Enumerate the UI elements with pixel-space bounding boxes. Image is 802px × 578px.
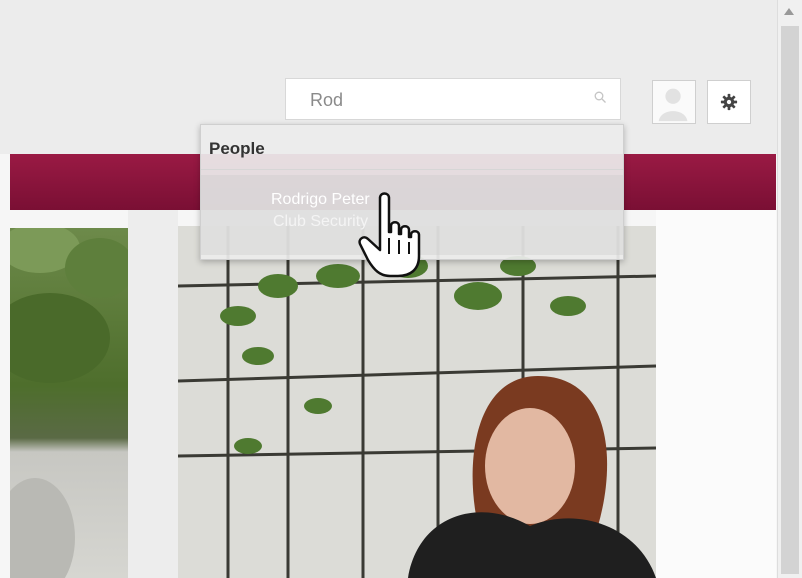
scroll-up-arrow-icon[interactable] [784, 8, 794, 15]
gutter [128, 210, 178, 578]
vertical-scrollbar[interactable] [777, 0, 802, 578]
right-sidebar-area [656, 210, 776, 578]
hand-pointer-icon [358, 192, 421, 278]
user-avatar-icon [658, 88, 688, 122]
search-box[interactable] [285, 78, 621, 120]
results-section-title: People [209, 139, 265, 158]
user-avatar-button[interactable] [652, 80, 696, 124]
result-name: Rodrigo Peter [271, 191, 370, 208]
divider [201, 169, 623, 170]
search-input[interactable] [308, 89, 582, 112]
scrollbar-thumb[interactable] [781, 26, 799, 574]
search-icon[interactable] [594, 91, 606, 103]
gear-icon [720, 93, 738, 111]
settings-button[interactable] [707, 80, 751, 124]
result-subtitle: Club Security [273, 213, 369, 230]
content-image-left [10, 228, 128, 578]
